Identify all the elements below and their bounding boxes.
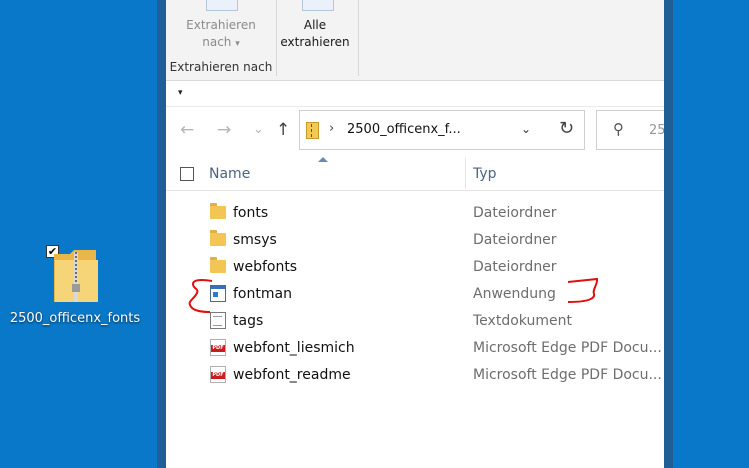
extract-all-label-line2: extrahieren <box>280 35 350 49</box>
file-name: tags <box>233 313 264 329</box>
column-divider[interactable] <box>465 158 466 189</box>
column-header: Name Typ <box>166 157 664 191</box>
text-document-icon <box>210 312 226 329</box>
file-type: Dateiordner <box>473 259 557 275</box>
desktop-icon-label: 2500_officenx_fonts <box>9 311 141 326</box>
file-type: Microsoft Edge PDF Docu... <box>473 367 662 383</box>
breadcrumb-chevron-icon[interactable]: › <box>329 121 334 136</box>
chevron-down-icon: ▾ <box>235 39 240 49</box>
extract-to-label-line2: nach <box>202 35 232 49</box>
forward-arrow-icon[interactable]: → <box>217 120 231 140</box>
list-item[interactable]: PDF webfont_readme Microsoft Edge PDF Do… <box>166 361 664 388</box>
file-name: webfont_liesmich <box>233 340 355 356</box>
folder-icon <box>210 203 226 219</box>
zip-folder-icon <box>306 122 319 139</box>
window-border-left <box>157 0 166 468</box>
list-item[interactable]: smsys Dateiordner <box>166 226 664 253</box>
file-name: webfonts <box>233 259 298 275</box>
up-arrow-icon[interactable]: ↑ <box>276 120 290 140</box>
navigation-bar: ← → ⌄ ↑ › 2500_officenx_f... ⌄ ↻ ⚲ 25 <box>166 107 664 157</box>
file-type: Dateiordner <box>473 232 557 248</box>
pdf-icon: PDF <box>210 339 226 356</box>
file-type: Anwendung <box>473 286 556 302</box>
column-header-name[interactable]: Name <box>209 166 250 182</box>
search-placeholder: 25 <box>649 123 664 138</box>
file-name: smsys <box>233 232 277 248</box>
file-name: fonts <box>233 205 269 221</box>
file-list: fonts Dateiordner smsys Dateiordner webf… <box>166 199 664 388</box>
desktop-zip-folder[interactable]: ✔ 2500_officenx_fonts <box>0 240 150 340</box>
ribbon: Extrahieren nach ▾ Alle extrahieren Extr… <box>166 0 664 81</box>
sort-indicator-icon <box>318 157 328 162</box>
extract-all-icon <box>302 0 334 11</box>
back-arrow-icon[interactable]: ← <box>180 120 194 140</box>
extract-to-button[interactable]: Extrahieren nach ▾ <box>176 17 266 53</box>
address-dropdown-icon[interactable]: ⌄ <box>521 122 531 136</box>
list-item[interactable]: webfonts Dateiordner <box>166 253 664 280</box>
file-name: webfont_readme <box>233 367 351 383</box>
extract-to-icon <box>206 0 238 11</box>
select-all-checkbox[interactable] <box>180 167 194 181</box>
extract-all-button[interactable]: Alle extrahieren <box>279 17 351 51</box>
file-explorer-window: Extrahieren nach ▾ Alle extrahieren Extr… <box>166 0 664 468</box>
ribbon-separator <box>276 0 277 76</box>
search-box[interactable]: ⚲ 25 <box>596 110 664 150</box>
quick-access-toolbar: ▾ <box>166 81 664 107</box>
list-item[interactable]: PDF webfont_liesmich Microsoft Edge PDF … <box>166 334 664 361</box>
refresh-icon[interactable]: ↻ <box>559 118 574 139</box>
ribbon-group-label: Extrahieren nach <box>169 60 273 74</box>
search-icon: ⚲ <box>613 120 624 138</box>
file-type: Microsoft Edge PDF Docu... <box>473 340 662 356</box>
list-item[interactable]: fonts Dateiordner <box>166 199 664 226</box>
folder-icon <box>210 257 226 273</box>
address-bar[interactable]: › 2500_officenx_f... ⌄ ↻ <box>299 110 585 150</box>
recent-locations-icon[interactable]: ⌄ <box>253 120 264 140</box>
file-type: Textdokument <box>473 313 572 329</box>
window-border-right <box>664 0 673 468</box>
extract-to-label-line1: Extrahieren <box>186 18 256 32</box>
zip-folder-icon <box>54 250 98 302</box>
extract-all-label-line1: Alle <box>303 18 327 32</box>
list-item[interactable]: tags Textdokument <box>166 307 664 334</box>
ribbon-separator <box>358 0 359 76</box>
pdf-icon: PDF <box>210 366 226 383</box>
list-item[interactable]: fontman Anwendung <box>166 280 664 307</box>
customize-toolbar-icon[interactable]: ▾ <box>178 88 183 98</box>
file-type: Dateiordner <box>473 205 557 221</box>
breadcrumb-current-folder[interactable]: 2500_officenx_f... <box>347 122 461 137</box>
column-header-type[interactable]: Typ <box>473 166 497 182</box>
folder-icon <box>210 230 226 246</box>
application-icon <box>210 285 226 302</box>
file-name: fontman <box>233 286 292 302</box>
